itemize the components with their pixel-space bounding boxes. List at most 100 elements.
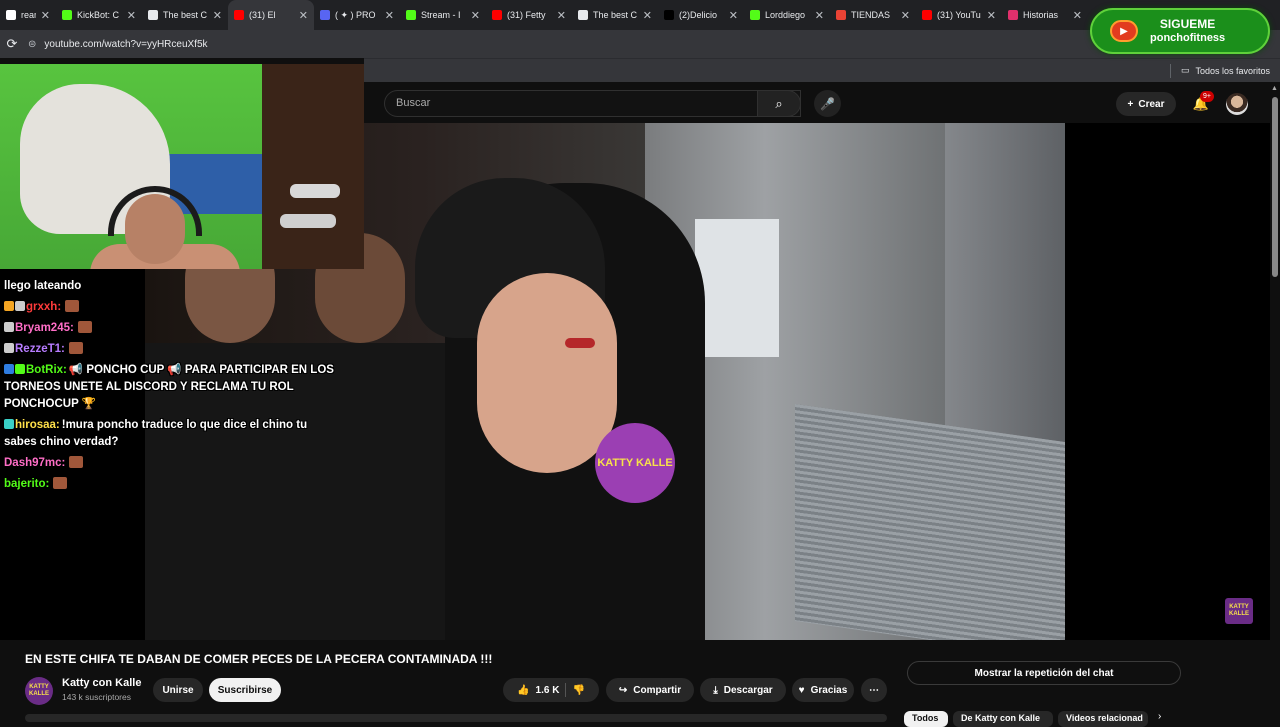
close-tab-icon[interactable]: ✕ <box>987 9 996 22</box>
tab-title: (31) Fetty <box>507 10 546 20</box>
follow-me-badge: ▶ SIGUEME ponchofitness <box>1090 8 1270 54</box>
url-text[interactable]: youtube.com/watch?v=yyHRceuXf5k <box>44 39 207 50</box>
subscriber-count: 143 k suscriptores <box>62 692 131 702</box>
chat-emote-icon <box>69 456 84 468</box>
browser-tab[interactable]: ( ✦ ) PRO ✕ <box>314 0 400 30</box>
all-bookmarks-link[interactable]: Todos los favoritos <box>1195 66 1270 76</box>
browser-tab[interactable]: TIENDAS ✕ <box>830 0 916 30</box>
chat-badge-icon <box>4 322 14 332</box>
download-button[interactable]: ⤓ Descargar <box>700 678 786 702</box>
scroll-up-icon[interactable]: ▲ <box>1271 85 1278 92</box>
close-tab-icon[interactable]: ✕ <box>557 9 566 22</box>
tab-title: Lorddiego <box>765 10 806 20</box>
like-icon[interactable]: 👍 <box>517 685 529 696</box>
tab-favicon-icon <box>1008 10 1018 20</box>
close-tab-icon[interactable]: ✕ <box>815 9 824 22</box>
sigueme-text: SIGUEME <box>1159 17 1216 31</box>
close-tab-icon[interactable]: ✕ <box>729 9 738 22</box>
browser-tab[interactable]: ream - I ✕ <box>0 0 56 30</box>
bookmarks-separator <box>1169 63 1171 78</box>
folder-icon: ▭ <box>1180 65 1190 75</box>
tab-title: The best C <box>163 10 208 20</box>
like-count[interactable]: 1.6 K <box>536 685 560 696</box>
close-tab-icon[interactable]: ✕ <box>213 9 222 22</box>
tab-favicon-icon <box>922 10 932 20</box>
youtube-header: Buscar ⌕ 🎤 + Crear 🔔 9+ <box>364 83 1280 123</box>
share-button[interactable]: ↪ Compartir <box>606 678 694 702</box>
close-tab-icon[interactable]: ✕ <box>1073 9 1082 22</box>
search-icon: ⌕ <box>775 95 783 111</box>
thanks-icon: ♥ <box>798 684 805 696</box>
video-details: EN ESTE CHIFA TE DABAN DE COMER PECES DE… <box>0 640 1280 727</box>
chat-username: grxxh: <box>26 301 62 313</box>
page-scrollbar[interactable]: ▲ <box>1270 83 1280 643</box>
tab-favicon-icon <box>234 10 244 20</box>
webcam-shoe-1 <box>290 184 340 198</box>
tab-favicon-icon <box>148 10 158 20</box>
browser-tab[interactable]: KickBot: C ✕ <box>56 0 142 30</box>
chat-badge-icon <box>4 364 14 374</box>
more-actions-button[interactable]: ⋯ <box>861 678 887 702</box>
create-label: Crear <box>1138 98 1165 110</box>
close-tab-icon[interactable]: ✕ <box>127 9 136 22</box>
browser-tab[interactable]: The best C ✕ <box>572 0 658 30</box>
chat-username: Dash97mc: <box>4 457 66 469</box>
search-input[interactable]: Buscar <box>384 90 801 117</box>
browser-tab[interactable]: (31) Fetty ✕ <box>486 0 572 30</box>
streamer-webcam <box>0 64 364 269</box>
show-chat-replay-button[interactable]: Mostrar la repetición del chat <box>907 661 1181 685</box>
chat-username: RezzeT1: <box>15 343 65 355</box>
thanks-label: Gracias <box>810 684 848 696</box>
close-tab-icon[interactable]: ✕ <box>41 9 50 22</box>
search-button[interactable]: ⌕ <box>757 90 801 117</box>
account-avatar[interactable] <box>1226 93 1248 115</box>
browser-tab[interactable]: The best C ✕ <box>142 0 228 30</box>
tab-favicon-icon <box>320 10 330 20</box>
chat-message: RezzeT1: <box>0 341 340 358</box>
browser-tab[interactable]: Stream - I ✕ <box>400 0 486 30</box>
browser-tab[interactable]: Lorddiego ✕ <box>744 0 830 30</box>
chat-message: Bryam245: <box>0 320 340 337</box>
site-info-icon[interactable]: ⊜ <box>28 39 36 50</box>
tab-title: TIENDAS <box>851 10 891 20</box>
bookmarks-bar: ▭ Todos los favoritos <box>364 58 1280 82</box>
chat-emote-icon <box>77 321 92 333</box>
thanks-button[interactable]: ♥ Gracias <box>792 678 854 702</box>
chat-username: BotRix: <box>26 364 67 376</box>
chevron-right-icon[interactable]: › <box>1158 711 1161 722</box>
join-button[interactable]: Unirse <box>153 678 203 702</box>
plus-icon: + <box>1127 98 1134 110</box>
close-tab-icon[interactable]: ✕ <box>385 9 394 22</box>
more-icon: ⋯ <box>869 684 879 696</box>
browser-tab[interactable]: (31) YouTu ✕ <box>916 0 1002 30</box>
chat-badge-icon <box>15 364 25 374</box>
subscribe-button[interactable]: Suscribirse <box>209 678 281 702</box>
like-dislike-group: 👍 1.6 K 👎 <box>503 678 599 702</box>
address-bar: ⟳ ⊜ youtube.com/watch?v=yyHRceuXf5k <box>0 30 1280 58</box>
channel-avatar[interactable]: KATTY KALLE <box>25 677 53 705</box>
scrollbar-thumb[interactable] <box>1272 97 1278 277</box>
close-tab-icon[interactable]: ✕ <box>299 9 308 22</box>
chip-related[interactable]: Videos relacionad <box>1058 711 1148 727</box>
video-scene-reporter-face <box>477 273 617 473</box>
close-tab-icon[interactable]: ✕ <box>471 9 480 22</box>
tab-favicon-icon <box>578 10 588 20</box>
chip-all[interactable]: Todos <box>904 711 948 727</box>
create-button[interactable]: + Crear <box>1116 92 1176 116</box>
chip-from-channel[interactable]: De Katty con Kalle <box>953 711 1053 727</box>
channel-watermark[interactable]: KATTY KALLE <box>1225 598 1253 624</box>
browser-tab[interactable]: Historias ✕ <box>1002 0 1088 30</box>
webcam-shoe-2 <box>280 214 336 228</box>
sigueme-handle: ponchofitness <box>1150 32 1226 44</box>
close-tab-icon[interactable]: ✕ <box>643 9 652 22</box>
browser-tab[interactable]: (31) El ✕ <box>228 0 314 30</box>
chat-username: hirosaa: <box>15 419 60 431</box>
channel-name[interactable]: Katty con Kalle <box>62 677 141 689</box>
chat-message: bajerito: <box>0 476 340 493</box>
reload-icon[interactable]: ⟳ <box>4 36 20 52</box>
description-box[interactable] <box>25 714 887 722</box>
dislike-icon[interactable]: 👎 <box>572 685 584 696</box>
voice-search-button[interactable]: 🎤 <box>814 90 841 117</box>
browser-tab[interactable]: (2)Delicio ✕ <box>658 0 744 30</box>
close-tab-icon[interactable]: ✕ <box>901 9 910 22</box>
